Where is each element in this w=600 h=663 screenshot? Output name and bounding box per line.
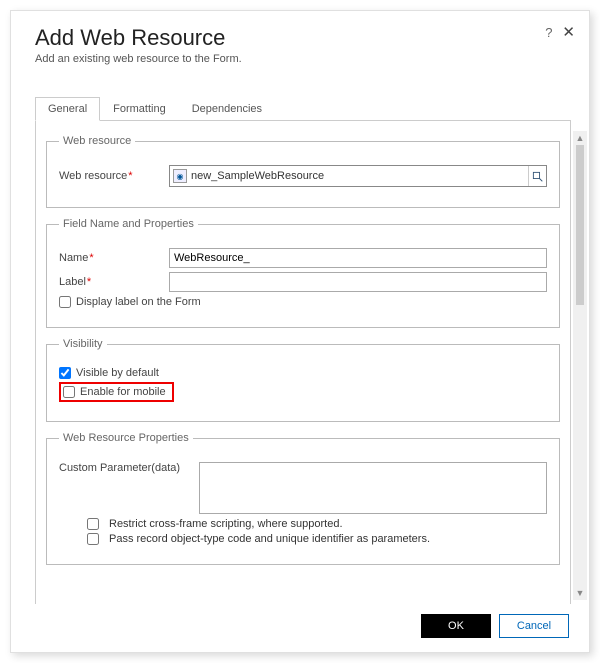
group-field-name-legend: Field Name and Properties xyxy=(59,218,198,230)
dialog-title: Add Web Resource xyxy=(35,25,569,51)
dialog-footer: OK Cancel xyxy=(11,604,589,652)
dialog-header-controls: ? ✕ xyxy=(545,23,575,41)
cancel-button[interactable]: Cancel xyxy=(499,614,569,638)
pass-record-checkbox[interactable] xyxy=(87,533,99,545)
visible-default-text: Visible by default xyxy=(76,367,159,379)
label-input[interactable] xyxy=(169,272,547,292)
help-icon[interactable]: ? xyxy=(545,25,552,40)
web-resource-field-label: Web resource* xyxy=(59,170,169,182)
dialog-body: General Formatting Dependencies Web reso… xyxy=(11,71,589,604)
enable-mobile-checkbox[interactable] xyxy=(63,386,75,398)
dialog-subtitle: Add an existing web resource to the Form… xyxy=(35,53,569,65)
display-label-checkbox[interactable] xyxy=(59,296,71,308)
visible-default-checkbox[interactable] xyxy=(59,367,71,379)
group-wr-props-legend: Web Resource Properties xyxy=(59,432,193,444)
web-resource-value: new_SampleWebResource xyxy=(191,170,528,182)
enable-mobile-highlight: Enable for mobile xyxy=(59,382,174,402)
restrict-xframe-checkbox[interactable] xyxy=(87,518,99,530)
label-label: Label* xyxy=(59,276,169,288)
tab-formatting[interactable]: Formatting xyxy=(100,97,179,121)
group-web-resource-properties: Web Resource Properties Custom Parameter… xyxy=(46,432,560,565)
group-field-name: Field Name and Properties Name* Label* D… xyxy=(46,218,560,328)
display-label-text: Display label on the Form xyxy=(76,296,201,308)
scroll-up-icon[interactable]: ▲ xyxy=(573,131,587,145)
restrict-xframe-text: Restrict cross-frame scripting, where su… xyxy=(109,518,343,530)
html-webresource-icon: ◉ xyxy=(173,169,187,183)
web-resource-lookup[interactable]: ◉ new_SampleWebResource xyxy=(169,165,547,187)
tab-dependencies[interactable]: Dependencies xyxy=(179,97,275,121)
enable-mobile-text: Enable for mobile xyxy=(80,386,166,398)
group-web-resource: Web resource Web resource* ◉ new_SampleW… xyxy=(46,135,560,208)
tab-strip: General Formatting Dependencies xyxy=(35,97,571,121)
name-input[interactable] xyxy=(169,248,547,268)
scroll-thumb[interactable] xyxy=(576,145,584,305)
add-web-resource-dialog: ? ✕ Add Web Resource Add an existing web… xyxy=(10,10,590,653)
custom-param-label: Custom Parameter(data) xyxy=(59,462,199,474)
vertical-scrollbar[interactable]: ▲ ▼ xyxy=(573,131,587,600)
pass-record-text: Pass record object-type code and unique … xyxy=(109,533,430,545)
close-icon[interactable]: ✕ xyxy=(562,23,575,41)
dialog-header: Add Web Resource Add an existing web res… xyxy=(11,11,589,71)
custom-param-textarea[interactable] xyxy=(199,462,547,514)
group-visibility: Visibility Visible by default Enable for… xyxy=(46,338,560,422)
tab-panel-general: Web resource Web resource* ◉ new_SampleW… xyxy=(35,121,571,604)
lookup-icon[interactable] xyxy=(528,166,546,186)
group-visibility-legend: Visibility xyxy=(59,338,107,350)
tab-general[interactable]: General xyxy=(35,97,100,121)
group-web-resource-legend: Web resource xyxy=(59,135,135,147)
ok-button[interactable]: OK xyxy=(421,614,491,638)
scroll-down-icon[interactable]: ▼ xyxy=(573,586,587,600)
name-label: Name* xyxy=(59,252,169,264)
